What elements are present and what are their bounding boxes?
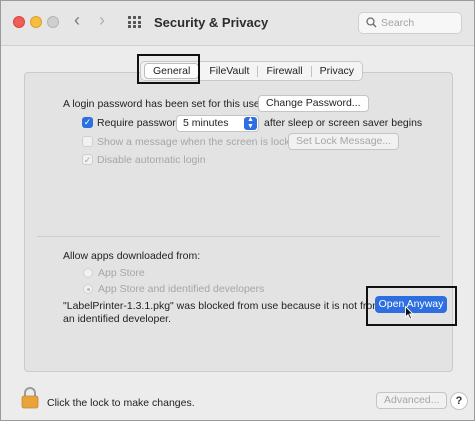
lock-hint-text: Click the lock to make changes. xyxy=(47,397,195,409)
help-button[interactable]: ? xyxy=(450,392,468,410)
tab-filevault[interactable]: FileVault xyxy=(201,62,257,80)
allow-apps-heading: Allow apps downloaded from: xyxy=(63,250,201,262)
chevron-up-down-icon: ▲ ▼ xyxy=(244,116,257,130)
require-password-suffix: after sleep or screen saver begins xyxy=(264,117,423,129)
show-message-checkbox[interactable] xyxy=(82,136,93,147)
search-placeholder: Search xyxy=(381,17,415,29)
security-privacy-window: ‹ › Security & Privacy Search General Fi… xyxy=(0,0,475,421)
zoom-window-button[interactable] xyxy=(47,16,59,28)
tab-firewall[interactable]: Firewall xyxy=(258,62,310,80)
require-password-checkbox[interactable]: ✓ xyxy=(82,117,93,128)
titlebar: ‹ › Security & Privacy Search xyxy=(1,1,474,46)
blocked-message-line2: an identified developer. xyxy=(63,313,171,325)
tab-privacy[interactable]: Privacy xyxy=(312,62,362,80)
search-field[interactable]: Search xyxy=(358,12,462,34)
close-window-button[interactable] xyxy=(13,16,25,28)
minimize-window-button[interactable] xyxy=(30,16,42,28)
require-password-label: Require password xyxy=(97,117,182,129)
search-icon xyxy=(366,17,377,28)
radio-app-store[interactable] xyxy=(83,268,93,278)
require-password-delay-popup[interactable]: 5 minutes ▲ ▼ xyxy=(176,115,259,132)
radio-app-store-label: App Store xyxy=(98,267,145,279)
radio-identified-developers-label: App Store and identified developers xyxy=(98,283,265,295)
require-password-delay-value: 5 minutes xyxy=(183,117,229,129)
window-title: Security & Privacy xyxy=(154,15,269,30)
section-divider xyxy=(37,236,440,237)
change-password-button[interactable]: Change Password... xyxy=(258,95,369,112)
mouse-pointer-icon xyxy=(405,306,414,320)
forward-button[interactable]: › xyxy=(99,10,105,30)
blocked-message-line1: "LabelPrinter-1.3.1.pkg" was blocked fro… xyxy=(63,300,381,312)
show-message-label: Show a message when the screen is locked xyxy=(97,136,302,148)
advanced-button[interactable]: Advanced... xyxy=(376,392,448,409)
show-all-grid-icon[interactable] xyxy=(128,16,142,28)
disable-auto-login-checkbox[interactable]: ✓ xyxy=(82,154,93,165)
set-lock-message-button[interactable]: Set Lock Message... xyxy=(288,133,400,150)
general-tab-highlight-box xyxy=(137,54,200,84)
back-button[interactable]: ‹ xyxy=(74,10,80,30)
radio-identified-developers[interactable] xyxy=(83,284,93,294)
lock-icon[interactable] xyxy=(21,387,39,409)
login-password-text: A login password has been set for this u… xyxy=(63,98,264,110)
disable-auto-login-label: Disable automatic login xyxy=(97,154,206,166)
